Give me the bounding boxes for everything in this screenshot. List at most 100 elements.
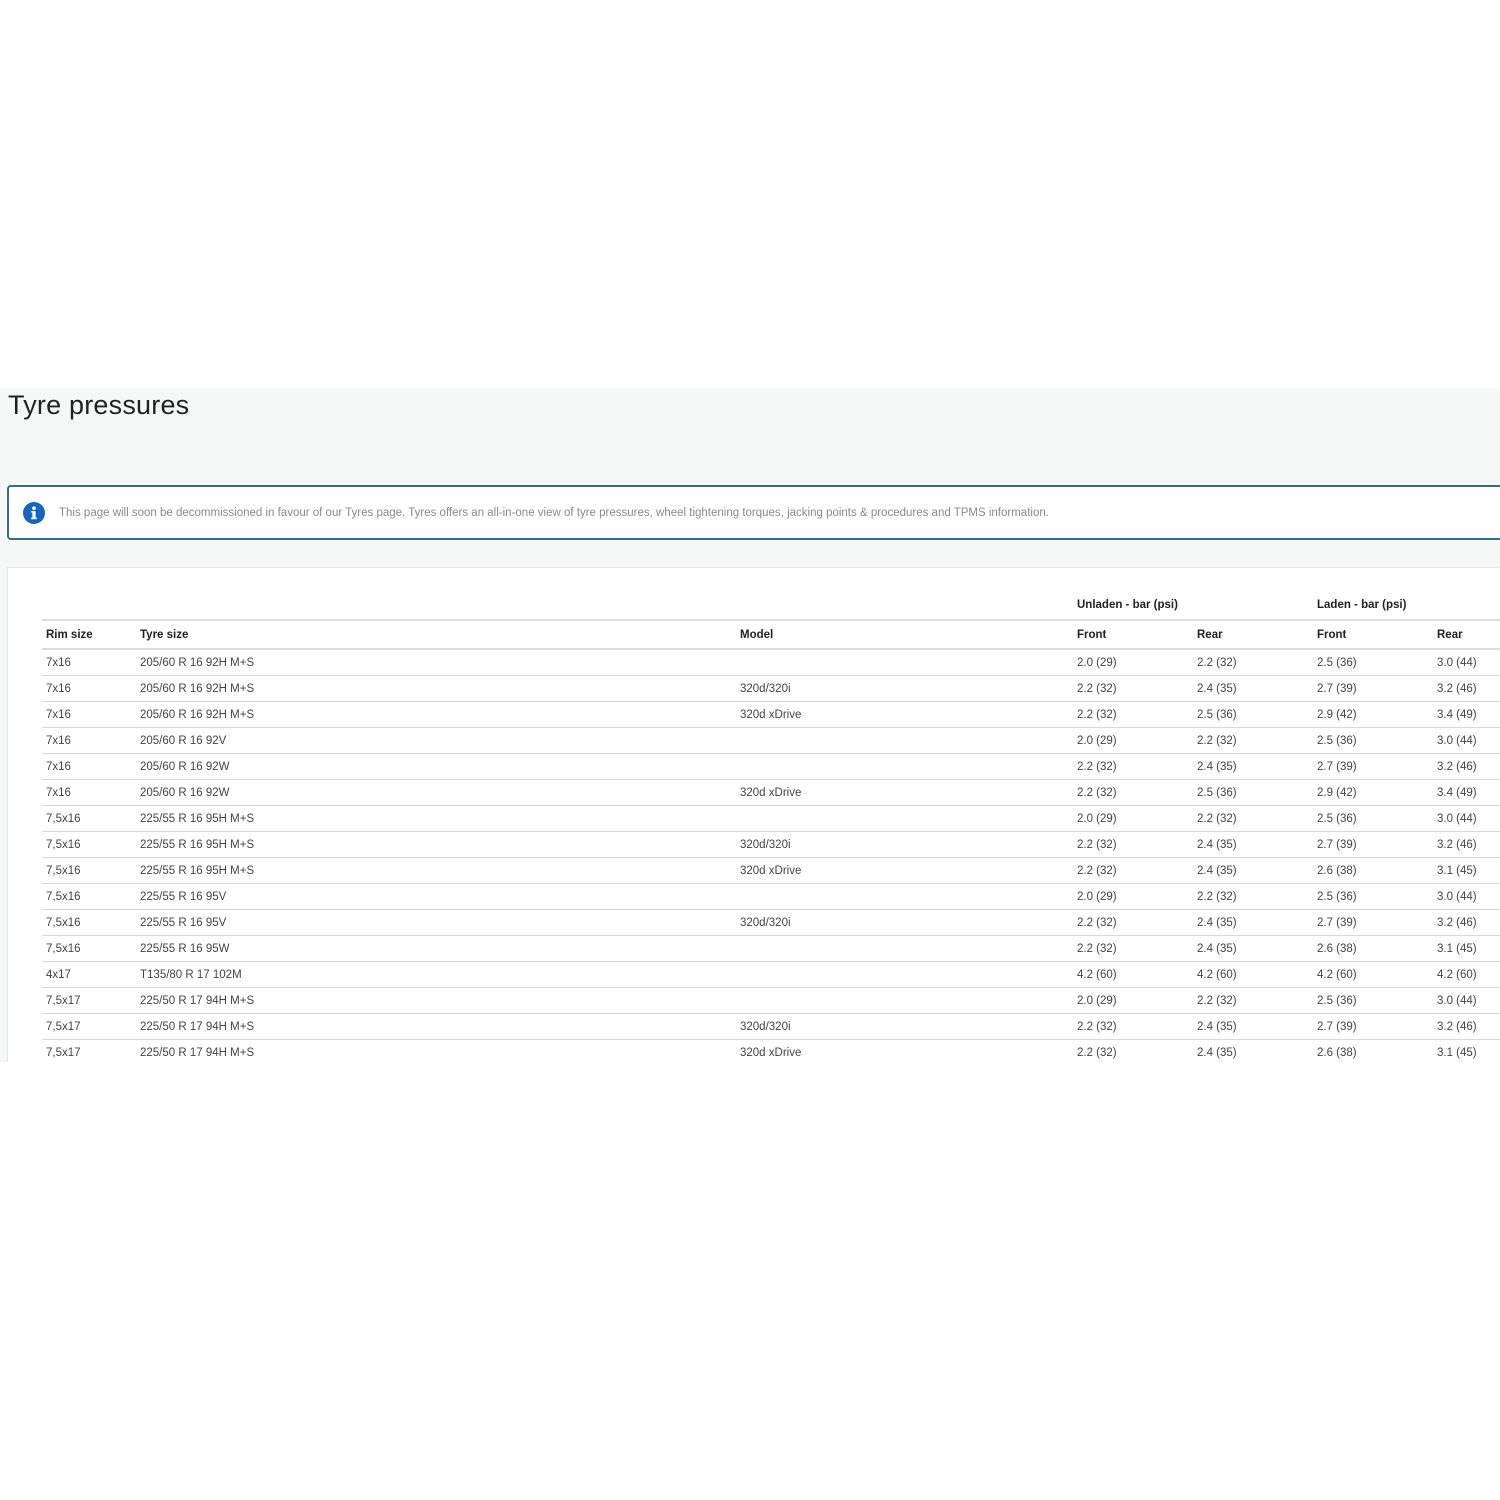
laden-front-cell: 2.7 (39) xyxy=(1313,753,1433,780)
laden-group-header: Laden - bar (psi) xyxy=(1317,599,1407,611)
tyre-pressure-table: Rim size Tyre size Model Front Rear Fron… xyxy=(42,619,1500,1062)
unladen-front-cell: 2.2 (32) xyxy=(1073,935,1193,962)
rim-size-cell: 4x17 xyxy=(42,961,136,988)
rim-size-cell: 7,5x17 xyxy=(42,1039,136,1062)
unladen-front-cell: 2.0 (29) xyxy=(1073,727,1193,754)
model-cell: 320d/320i xyxy=(736,909,1073,936)
unladen-rear-cell: 2.4 (35) xyxy=(1193,1039,1313,1062)
unladen-front-cell: 2.2 (32) xyxy=(1073,779,1193,806)
unladen-front-cell: 2.0 (29) xyxy=(1073,805,1193,832)
laden-rear-cell: 3.4 (49) xyxy=(1433,701,1500,728)
laden-rear-cell: 3.0 (44) xyxy=(1433,883,1500,910)
laden-rear-cell: 3.0 (44) xyxy=(1433,987,1500,1014)
laden-front-cell: 2.5 (36) xyxy=(1313,883,1433,910)
model-cell xyxy=(736,935,1073,962)
laden-front-cell: 2.5 (36) xyxy=(1313,727,1433,754)
col-header-laden-front: Front xyxy=(1313,619,1433,650)
model-cell xyxy=(736,883,1073,910)
model-cell: 320d xDrive xyxy=(736,857,1073,884)
unladen-rear-cell: 2.4 (35) xyxy=(1193,831,1313,858)
table-row: 7,5x17 225/50 R 17 94H M+S 2.0 (29) 2.2 (32… xyxy=(42,987,1500,1014)
unladen-rear-cell: 2.5 (36) xyxy=(1193,701,1313,728)
unladen-front-cell: 2.2 (32) xyxy=(1073,831,1193,858)
unladen-rear-cell: 2.4 (35) xyxy=(1193,753,1313,780)
table-row: 7x16 205/60 R 16 92H M+S 320d xDrive 2.2 (3… xyxy=(42,701,1500,728)
table-row: 7,5x16 225/55 R 16 95H M+S 320d xDrive 2.2 … xyxy=(42,857,1500,884)
rim-size-cell: 7x16 xyxy=(42,701,136,728)
unladen-front-cell: 2.0 (29) xyxy=(1073,883,1193,910)
unladen-front-cell: 2.2 (32) xyxy=(1073,909,1193,936)
laden-front-cell: 2.7 (39) xyxy=(1313,909,1433,936)
notice-text: This page will soon be decommissioned in… xyxy=(59,506,1049,519)
unladen-rear-cell: 2.2 (32) xyxy=(1193,987,1313,1014)
unladen-front-cell: 2.2 (32) xyxy=(1073,1039,1193,1062)
laden-front-cell: 2.6 (38) xyxy=(1313,1039,1433,1062)
decommission-notice: This page will soon be decommissioned in… xyxy=(7,485,1500,540)
unladen-rear-cell: 2.2 (32) xyxy=(1193,727,1313,754)
table-row: 7,5x16 225/55 R 16 95V 320d/320i 2.2 (32) 2.… xyxy=(42,909,1500,936)
tyre-size-cell: 205/60 R 16 92W xyxy=(136,753,736,780)
unladen-group-header: Unladen - bar (psi) xyxy=(1077,599,1178,611)
tyre-size-cell: 225/55 R 16 95H M+S xyxy=(136,805,736,832)
laden-rear-cell: 3.2 (46) xyxy=(1433,675,1500,702)
unladen-front-cell: 4.2 (60) xyxy=(1073,961,1193,988)
col-header-rim-size: Rim size xyxy=(42,619,136,650)
unladen-rear-cell: 2.4 (35) xyxy=(1193,935,1313,962)
unladen-front-cell: 2.2 (32) xyxy=(1073,857,1193,884)
unladen-front-cell: 2.0 (29) xyxy=(1073,987,1193,1014)
laden-front-cell: 2.9 (42) xyxy=(1313,779,1433,806)
laden-rear-cell: 3.0 (44) xyxy=(1433,649,1500,676)
table-row: 7x16 205/60 R 16 92V 2.0 (29) 2.2 (32) 2.5 (… xyxy=(42,727,1500,754)
rim-size-cell: 7,5x16 xyxy=(42,857,136,884)
tyre-pressures-screen: Tyre pressures This page will soon be de… xyxy=(0,388,1500,1062)
tyre-size-cell: 225/50 R 17 94H M+S xyxy=(136,987,736,1014)
unladen-rear-cell: 2.4 (35) xyxy=(1193,1013,1313,1040)
unladen-rear-cell: 2.2 (32) xyxy=(1193,883,1313,910)
tyre-size-cell: T135/80 R 17 102M xyxy=(136,961,736,988)
rim-size-cell: 7x16 xyxy=(42,727,136,754)
unladen-front-cell: 2.0 (29) xyxy=(1073,649,1193,676)
model-cell xyxy=(736,753,1073,780)
table-row: 7x16 205/60 R 16 92H M+S 320d/320i 2.2 (32)… xyxy=(42,675,1500,702)
unladen-front-cell: 2.2 (32) xyxy=(1073,701,1193,728)
model-cell xyxy=(736,727,1073,754)
unladen-rear-cell: 2.4 (35) xyxy=(1193,857,1313,884)
table-row: 7,5x16 225/55 R 16 95V 2.0 (29) 2.2 (32) 2.5… xyxy=(42,883,1500,910)
tyre-size-cell: 205/60 R 16 92W xyxy=(136,779,736,806)
rim-size-cell: 7x16 xyxy=(42,649,136,676)
unladen-front-cell: 2.2 (32) xyxy=(1073,753,1193,780)
unladen-rear-cell: 2.2 (32) xyxy=(1193,649,1313,676)
laden-front-cell: 2.5 (36) xyxy=(1313,987,1433,1014)
unladen-rear-cell: 2.2 (32) xyxy=(1193,805,1313,832)
tyre-size-cell: 225/55 R 16 95W xyxy=(136,935,736,962)
model-cell xyxy=(736,649,1073,676)
unladen-rear-cell: 2.4 (35) xyxy=(1193,909,1313,936)
tyre-size-cell: 225/55 R 16 95H M+S xyxy=(136,831,736,858)
tyre-size-cell: 225/50 R 17 94H M+S xyxy=(136,1039,736,1062)
page-title: Tyre pressures xyxy=(8,390,190,420)
laden-rear-cell: 3.1 (45) xyxy=(1433,935,1500,962)
rim-size-cell: 7,5x16 xyxy=(42,935,136,962)
table-row: 7x16 205/60 R 16 92W 2.2 (32) 2.4 (35) 2.7 (… xyxy=(42,753,1500,780)
laden-rear-cell: 3.1 (45) xyxy=(1433,857,1500,884)
tyre-size-cell: 225/50 R 17 94H M+S xyxy=(136,1013,736,1040)
rim-size-cell: 7x16 xyxy=(42,753,136,780)
table-row: 7,5x16 225/55 R 16 95H M+S 2.0 (29) 2.2 (32… xyxy=(42,805,1500,832)
model-cell xyxy=(736,805,1073,832)
rim-size-cell: 7,5x16 xyxy=(42,883,136,910)
table-row: 7x16 205/60 R 16 92W 320d xDrive 2.2 (32) 2.… xyxy=(42,779,1500,806)
col-header-unladen-front: Front xyxy=(1073,619,1193,650)
model-cell xyxy=(736,961,1073,988)
laden-rear-cell: 4.2 (60) xyxy=(1433,961,1500,988)
rim-size-cell: 7x16 xyxy=(42,779,136,806)
model-cell: 320d/320i xyxy=(736,1013,1073,1040)
table-row: 4x17 T135/80 R 17 102M 4.2 (60) 4.2 (60) 4.2… xyxy=(42,961,1500,988)
model-cell: 320d xDrive xyxy=(736,701,1073,728)
model-cell xyxy=(736,987,1073,1014)
tyre-size-cell: 225/55 R 16 95H M+S xyxy=(136,857,736,884)
laden-rear-cell: 3.2 (46) xyxy=(1433,909,1500,936)
model-cell: 320d xDrive xyxy=(736,779,1073,806)
col-header-laden-rear: Rear xyxy=(1433,619,1500,650)
laden-front-cell: 2.7 (39) xyxy=(1313,831,1433,858)
laden-front-cell: 2.7 (39) xyxy=(1313,675,1433,702)
